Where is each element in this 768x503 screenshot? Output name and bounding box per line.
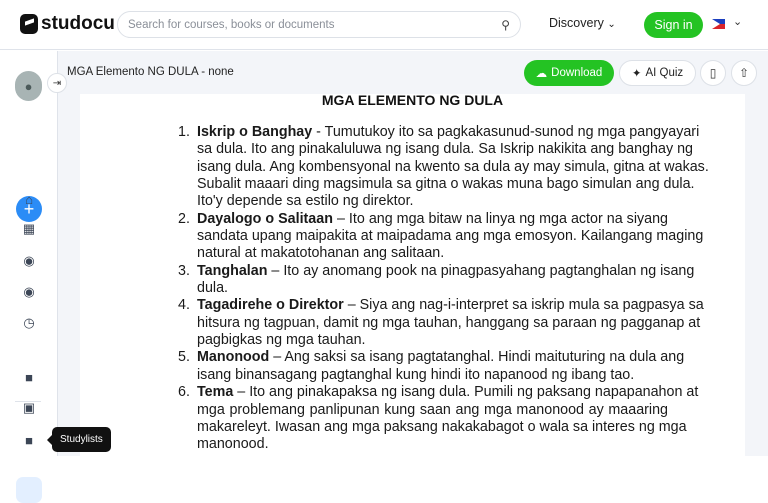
ai-quiz-label: AI Quiz	[645, 67, 684, 79]
text-line: Subalit maaari ding magsimula sa gitna o…	[197, 176, 695, 193]
globe-icon[interactable]: ◉	[18, 251, 40, 271]
download-label: Download	[551, 67, 603, 79]
cloud-download-icon: ☁	[535, 68, 548, 80]
sign-in-button[interactable]: Sign in	[644, 12, 703, 38]
brand-name: studocu	[41, 13, 115, 34]
item-text: – Ang saksi sa isang pagtatanghal. Hindi…	[269, 349, 685, 366]
text-line: Iskrip o Banghay - Tumutukoy ito sa pagk…	[197, 124, 699, 141]
item-number: 4.	[178, 297, 190, 314]
text-line: manonood.	[197, 436, 269, 453]
search-icon[interactable]: ⚲	[501, 18, 510, 32]
document-title: MGA Elemento NG DULA - none	[67, 66, 234, 78]
item-term: Iskrip o Banghay	[197, 124, 313, 140]
item-term: Tagadirehe o Direktor	[197, 297, 344, 314]
folder-icon[interactable]: ■	[18, 367, 40, 387]
text-line: Tema – Ito ang pinakapaksa ng isang dula…	[197, 384, 698, 401]
search-input[interactable]	[128, 18, 502, 31]
item-text: - Tumutukoy ito sa pagkakasunud-sunod ng…	[312, 124, 700, 140]
text-line: isang dula. Ang kombensyonal na kwento s…	[197, 158, 709, 175]
discovery-dropdown[interactable]: Discovery ⌄	[549, 16, 616, 30]
list-item: 2. Dayalogo o Salitaan – Ito ang mga bita…	[178, 210, 704, 263]
bookmark-icon: ▯	[709, 66, 717, 80]
download-button[interactable]: ☁ Download	[524, 60, 614, 86]
item-number: 3.	[178, 262, 190, 279]
ai-quiz-button[interactable]: ✦ AI Quiz	[619, 60, 696, 86]
library-icon[interactable]: ▦	[18, 219, 40, 239]
document-viewer: MGA Elemento NG DULA - none ☁ Download ✦ A…	[58, 51, 768, 456]
discovery-label: Discovery	[549, 16, 604, 30]
sidebar: ● + ⌂ ▦ ◉ ◉ ◷ ■ ▣ ■	[0, 51, 58, 503]
top-header: studocu ⚲ Discovery ⌄ Sign in ⌄	[0, 0, 768, 50]
item-term: Dayalogo o Salitaan	[197, 210, 333, 227]
text-line: natural at makatotohanan ang salitaan.	[197, 245, 445, 262]
list-item: 4. Tagadirehe o Direktor – Siya ang nag-i…	[178, 297, 704, 349]
item-term: Manonood	[197, 349, 270, 366]
philippines-flag-icon[interactable]	[712, 19, 725, 29]
book-icon[interactable]: ▣	[18, 398, 40, 418]
item-number: 1.	[178, 124, 190, 140]
search-bar[interactable]: ⚲	[117, 11, 521, 38]
text-line: hitsura ng tagpuan, damit ng mga tauhan,…	[197, 314, 701, 331]
list-item: 5. Manonood – Ang saksi sa isang pagtatan…	[178, 349, 684, 384]
list-item: 6. Tema – Ito ang pinakapaksa ng isang du…	[178, 384, 698, 453]
item-text: – Siya ang nag-i-interpret sa iskrip mul…	[343, 297, 704, 314]
chevron-down-icon[interactable]: ⌄	[733, 15, 742, 28]
studylist-icon: ■	[25, 432, 33, 448]
elements-list: 1. Iskrip o Banghay - Tumutukoy ito sa pa…	[178, 124, 709, 454]
expand-panel-icon: ⇥	[52, 77, 62, 89]
text-line: isang binansagang pagtanghal kung hindi …	[197, 366, 635, 383]
list-item: 3. Tanghalan – Ito ay anomang pook na pin…	[178, 262, 694, 298]
text-line: Manonood – Ang saksi sa isang pagtatangh…	[197, 349, 684, 366]
text-line: mga problemang panlipunan kung saan ang …	[197, 401, 668, 418]
chat-icon[interactable]: ◉	[18, 282, 40, 302]
item-number: 2.	[178, 210, 190, 227]
studocu-logo[interactable]: studocu	[20, 13, 115, 35]
list-item: 1. Iskrip o Banghay - Tumutukoy ito sa pa…	[178, 124, 709, 211]
item-text: – Ito ay anomang pook na pinagpasyahang …	[267, 262, 695, 279]
sparkle-icon: ✦	[631, 68, 642, 80]
collapse-sidebar-button[interactable]: ⇥	[47, 73, 67, 93]
item-term: Tanghalan	[197, 262, 268, 279]
studylists-button[interactable]	[16, 477, 42, 503]
text-line: Dayalogo o Salitaan – Ito ang mga bitaw …	[197, 211, 668, 228]
studylists-tooltip: Studylists	[47, 427, 111, 452]
item-term: Tema	[197, 384, 234, 401]
avatar[interactable]: ●	[15, 71, 42, 101]
text-line: pagbigkas ng mga tauhan.	[197, 332, 366, 349]
document-page: MGA ELEMENTO NG DULA 1. Iskrip o Banghay …	[80, 94, 745, 456]
document-toolbar: MGA Elemento NG DULA - none ☁ Download ✦ A…	[58, 51, 768, 94]
text-line: Ito'y depende sa estilo ng direktor.	[197, 193, 414, 210]
item-number: 6.	[178, 384, 190, 401]
share-button[interactable]: ⇧	[731, 60, 757, 86]
text-line: sandata upang maipakita at maipadama ang…	[197, 228, 704, 245]
home-icon[interactable]: ⌂	[18, 189, 40, 209]
text-line: Tagadirehe o Direktor – Siya ang nag-i-i…	[197, 297, 704, 314]
chevron-down-icon: ⌄	[607, 19, 616, 30]
studocu-logo-icon	[20, 14, 38, 34]
share-icon: ⇧	[738, 66, 750, 80]
bookmark-button[interactable]: ▯	[700, 60, 726, 86]
text-line: makareleyt. Iwasan ang mga paksang nakak…	[197, 418, 687, 435]
clock-icon[interactable]: ◷	[18, 313, 40, 333]
text-line: dula.	[197, 280, 229, 297]
user-icon: ●	[24, 78, 33, 94]
item-number: 5.	[178, 349, 190, 366]
item-text: – Ito ang pinakapaksa ng isang dula. Pum…	[233, 384, 699, 401]
text-line: Tanghalan – Ito ay anomang pook na pinag…	[197, 262, 694, 280]
text-line: sa dula. Ito ang pinakaluluwa ng isang d…	[197, 141, 693, 158]
item-text: – Ito ang mga bitaw na linya ng mga acto…	[332, 210, 668, 227]
page-heading: MGA ELEMENTO NG DULA	[321, 94, 504, 108]
